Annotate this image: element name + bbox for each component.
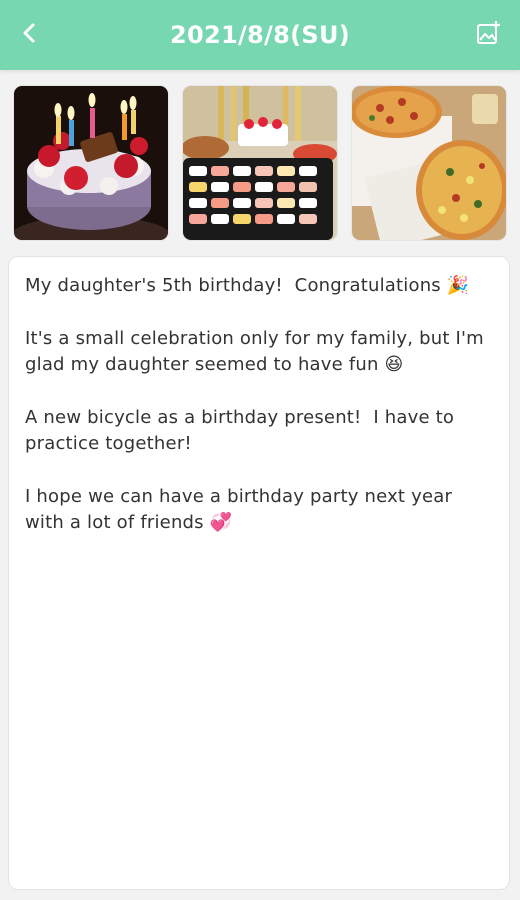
laughing-face-icon: 😆 [384,354,404,375]
add-photo-icon [476,20,502,51]
paragraph-text: My daughter's 5th birthday! Congratulati… [25,275,447,296]
diary-entry-text: My daughter's 5th birthday! Congratulati… [25,273,495,536]
entry-paragraph-1: My daughter's 5th birthday! Congratulati… [25,273,495,299]
page-title: 2021/8/8(SU) [169,21,351,49]
photo-birthday-cake[interactable] [14,86,168,240]
paragraph-text: A new bicycle as a birthday present! I h… [25,407,461,454]
paragraph-text: I hope we can have a birthday party next… [25,486,458,533]
entry-paragraph-2: It's a small celebration only for my fam… [25,326,495,378]
revolving-hearts-icon: 💞 [209,512,233,533]
paragraph-text: It's a small celebration only for my fam… [25,328,490,375]
entry-paragraph-3: A new bicycle as a birthday present! I h… [25,405,495,457]
photo-pizzas[interactable] [352,86,506,240]
photo-party-table[interactable] [183,86,337,240]
diary-entry-card[interactable]: My daughter's 5th birthday! Congratulati… [8,256,510,890]
party-popper-icon: 🎉 [446,275,470,296]
app-header: 2021/8/8(SU) [0,0,520,70]
entry-paragraph-4: I hope we can have a birthday party next… [25,484,495,536]
photo-row [14,86,506,241]
add-photo-button[interactable] [470,16,508,54]
